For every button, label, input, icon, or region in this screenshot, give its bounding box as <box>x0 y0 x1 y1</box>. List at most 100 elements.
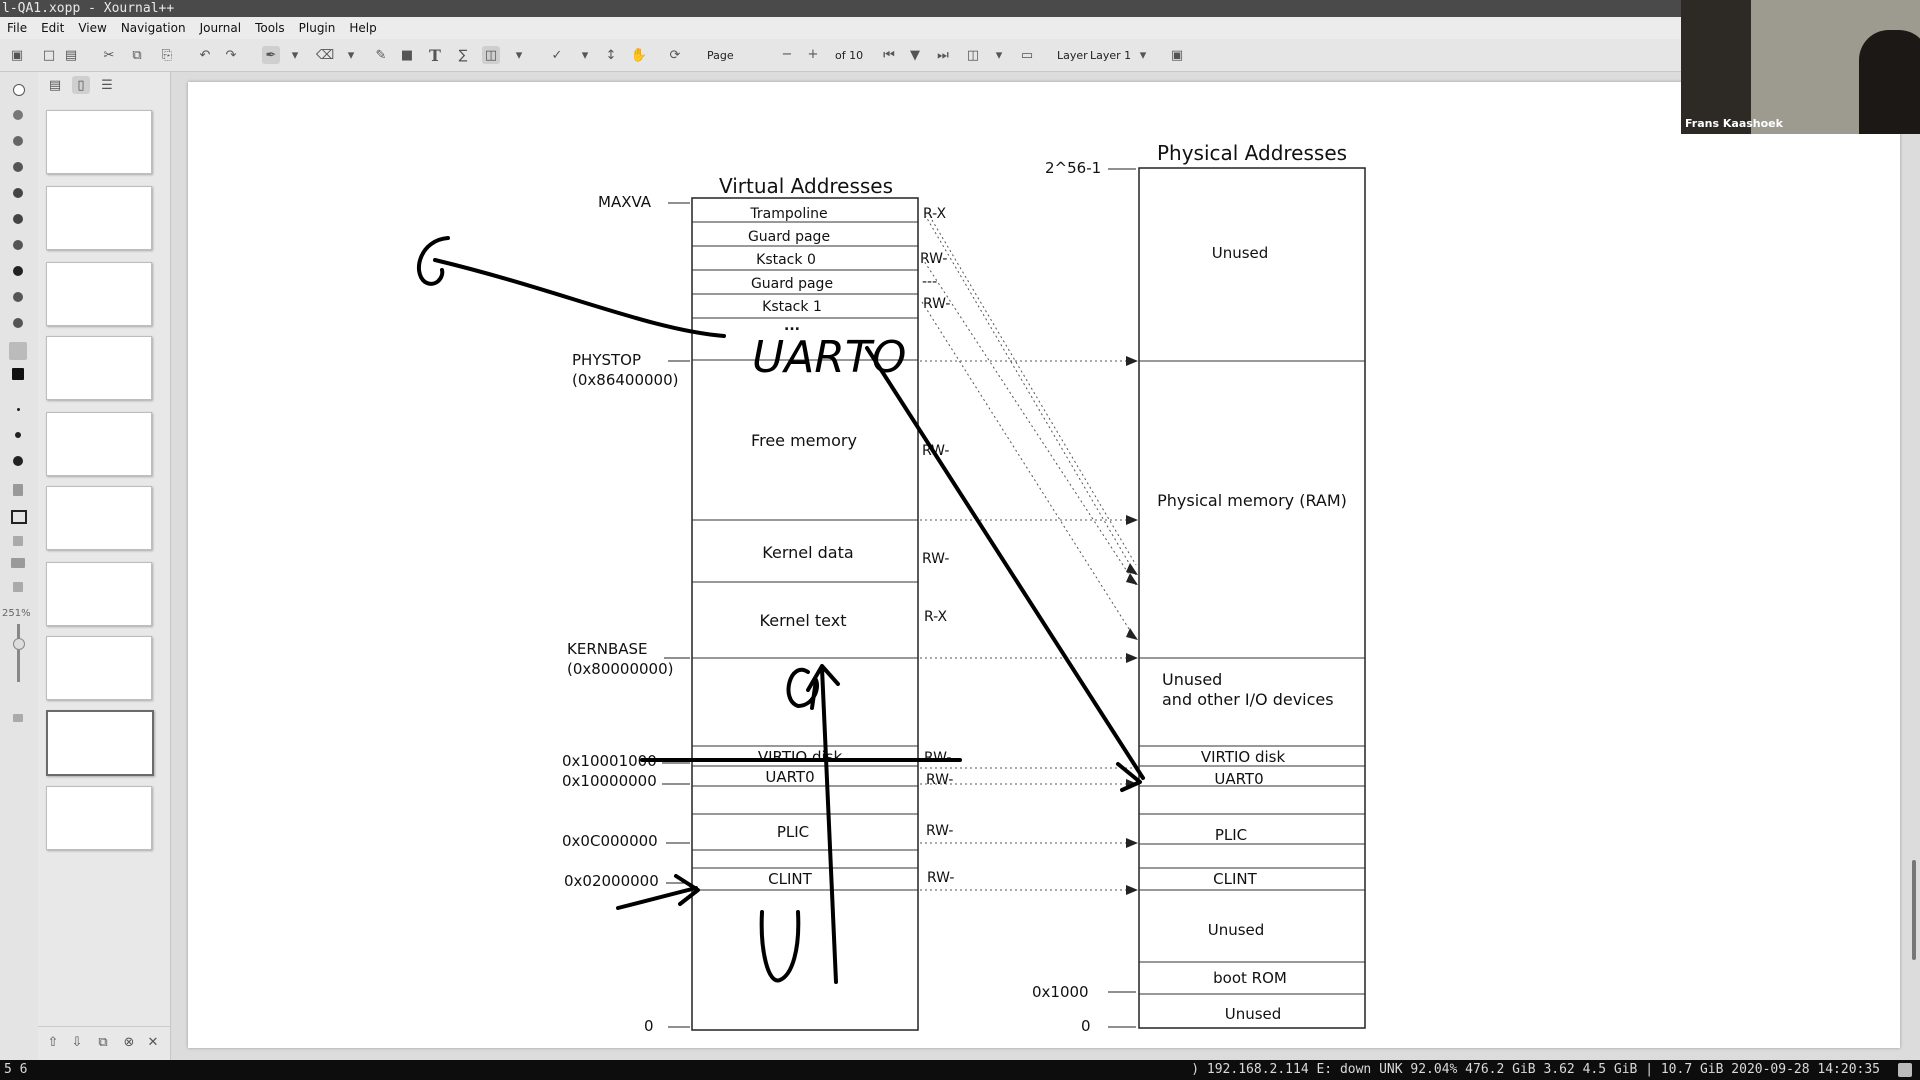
physical-virtio-row: VIRTIO disk <box>1201 748 1286 766</box>
vertical-space-icon[interactable]: ↕ <box>602 46 620 64</box>
page-thumbnail-7[interactable] <box>46 562 152 626</box>
close-icon[interactable]: ✕ <box>144 1033 162 1051</box>
color-black-square-icon[interactable] <box>12 368 24 380</box>
refresh-icon[interactable]: ⟳ <box>666 46 684 64</box>
monitor-icon[interactable] <box>11 510 27 524</box>
page-layout-icon[interactable]: ▯ <box>72 76 90 94</box>
dropdown-icon[interactable]: ▾ <box>576 46 594 64</box>
menu-journal[interactable]: Journal <box>193 21 249 35</box>
document-page[interactable]: Virtual Addresses Trampoline Guard page … <box>188 82 1900 1048</box>
guard-page-row: Guard page <box>748 229 830 245</box>
paste-icon[interactable]: ⎘ <box>158 46 176 64</box>
color-gray-icon[interactable] <box>13 292 23 302</box>
undo-icon[interactable]: ↶ <box>196 46 214 64</box>
move-down-icon[interactable]: ⇩ <box>68 1033 86 1051</box>
dropdown-icon[interactable]: ▾ <box>342 46 360 64</box>
first-page-icon[interactable]: ⏮ <box>880 46 898 64</box>
color-gray-icon[interactable] <box>13 240 23 250</box>
page-thumbnail-9[interactable] <box>46 710 154 776</box>
vertical-scrollbar-thumb[interactable] <box>1912 860 1916 960</box>
color-white-icon[interactable] <box>13 84 25 96</box>
zero-physical-label: 0 <box>1081 1017 1091 1035</box>
menu-help[interactable]: Help <box>342 21 383 35</box>
image-icon[interactable]: ■ <box>398 46 416 64</box>
eraser-icon[interactable]: ⌫ <box>316 46 334 64</box>
text-icon[interactable]: T <box>426 46 444 65</box>
menu-tools[interactable]: Tools <box>248 21 292 35</box>
menu-plugin[interactable]: Plugin <box>292 21 343 35</box>
insert-page-icon[interactable]: ◫ <box>964 46 982 64</box>
dropdown-icon[interactable]: ▾ <box>510 46 528 64</box>
color-gray-icon[interactable] <box>13 136 23 146</box>
menu-file[interactable]: File <box>0 21 34 35</box>
menu-edit[interactable]: Edit <box>34 21 71 35</box>
redo-icon[interactable]: ↷ <box>222 46 240 64</box>
page-thumbnail-1[interactable] <box>46 110 152 174</box>
uart-address: 0x10000000 <box>562 772 657 790</box>
style-icon[interactable] <box>13 582 23 592</box>
page-decrement-icon[interactable]: − <box>778 45 796 63</box>
page-thumbnail-8[interactable] <box>46 636 152 700</box>
math-tex-icon[interactable]: ∑ <box>454 46 472 64</box>
dropdown-icon[interactable]: ▾ <box>286 46 304 64</box>
uart-mapping-stroke <box>865 346 1145 780</box>
page-thumbnail-10[interactable] <box>46 786 152 850</box>
move-up-icon[interactable]: ⇧ <box>44 1033 62 1051</box>
tray-icon[interactable] <box>1898 1063 1912 1077</box>
medium-size-icon[interactable] <box>15 432 21 438</box>
kernel-data-row: Kernel data <box>762 543 853 562</box>
color-gray-icon[interactable] <box>13 318 23 328</box>
fill-icon[interactable] <box>13 484 23 496</box>
color-gray-icon[interactable] <box>13 162 23 172</box>
style-icon[interactable] <box>13 536 23 546</box>
hand-icon[interactable]: ✋ <box>630 46 648 64</box>
page-preview-sidebar: ▤ ▯ ☰ ⇧ ⇩ ⧉ ⊗ ✕ <box>38 72 171 1060</box>
workspace-indicator[interactable]: 5 6 <box>4 1060 27 1080</box>
copy-page-icon[interactable]: ⧉ <box>94 1033 112 1051</box>
page-thumbnail-6[interactable] <box>46 486 152 550</box>
phystop-label: PHYSTOP <box>572 351 641 369</box>
next-annotated-icon[interactable]: ▼ <box>906 46 924 64</box>
new-page-icon[interactable]: □ <box>40 46 58 64</box>
page-thumbnail-2[interactable] <box>46 186 152 250</box>
color-gray-icon[interactable] <box>13 188 23 198</box>
color-gray-icon[interactable] <box>13 110 23 120</box>
fullscreen-icon[interactable]: ▣ <box>1168 46 1186 64</box>
color-black-icon[interactable] <box>13 266 23 276</box>
zoom-slider[interactable] <box>17 624 20 682</box>
select-icon[interactable]: ✓ <box>548 46 566 64</box>
copy-icon[interactable]: ⧉ <box>128 46 146 64</box>
dropdown-icon[interactable]: ▾ <box>1134 46 1152 64</box>
thick-size-icon[interactable] <box>13 456 23 466</box>
color-gray-icon[interactable] <box>13 214 23 224</box>
page-thumbnail-3[interactable] <box>46 262 152 326</box>
clint-address: 0x02000000 <box>564 872 659 890</box>
style-active-icon[interactable] <box>11 558 25 568</box>
delete-icon[interactable]: ⊗ <box>120 1033 138 1051</box>
highlighter-icon[interactable]: ✎ <box>372 46 390 64</box>
menu-view[interactable]: View <box>71 21 113 35</box>
save-icon[interactable]: ▣ <box>8 46 26 64</box>
layer-select[interactable]: Layer 1 <box>1090 49 1131 62</box>
cut-icon[interactable]: ✂ <box>100 46 118 64</box>
color-selected-icon[interactable] <box>9 342 27 360</box>
lock-icon[interactable] <box>13 714 23 722</box>
layers-icon[interactable]: ☰ <box>98 76 116 94</box>
zoom-slider-handle[interactable] <box>13 638 25 650</box>
page-thumbnail-5[interactable] <box>46 412 152 476</box>
pen-icon[interactable]: ✒ <box>262 46 280 64</box>
thin-size-icon[interactable] <box>17 408 20 411</box>
dropdown-icon[interactable]: ▾ <box>990 46 1008 64</box>
last-page-icon[interactable]: ⏭ <box>934 46 952 64</box>
physical-addresses-title: Physical Addresses <box>1157 141 1347 165</box>
open-icon[interactable]: ▤ <box>62 46 80 64</box>
page-increment-icon[interactable]: + <box>804 45 822 63</box>
arrow-to-left-stroke <box>433 258 726 338</box>
sidebar-footer: ⇧ ⇩ ⧉ ⊗ ✕ <box>38 1026 170 1057</box>
perm-uart: RW- <box>926 772 954 788</box>
menu-navigation[interactable]: Navigation <box>114 21 193 35</box>
page-thumbnail-4[interactable] <box>46 336 152 400</box>
delete-page-icon[interactable]: ▭ <box>1018 46 1036 64</box>
shape-recognizer-icon[interactable]: ◫ <box>482 46 500 64</box>
page-preview-icon[interactable]: ▤ <box>46 76 64 94</box>
